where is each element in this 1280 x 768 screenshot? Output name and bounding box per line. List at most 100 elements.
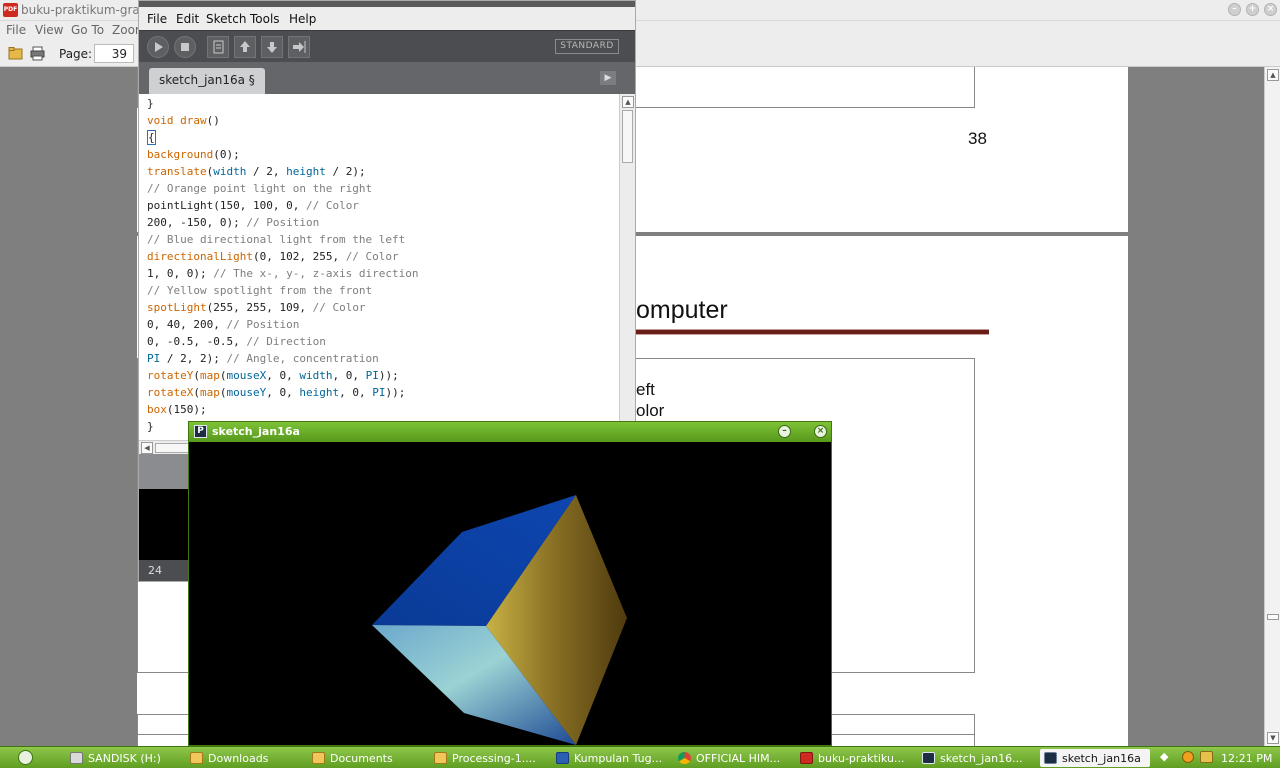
code-line: } bbox=[147, 95, 419, 112]
taskbar-item-sandisk[interactable]: SANDISK (H:) bbox=[70, 749, 185, 767]
code-token: )); bbox=[385, 386, 406, 399]
start-menu-icon[interactable] bbox=[18, 750, 33, 765]
ide-menu-help[interactable]: Help bbox=[289, 12, 316, 26]
minimize-icon[interactable]: – bbox=[778, 425, 791, 438]
taskbar-item-label: SANDISK (H:) bbox=[88, 751, 161, 765]
code-line: pointLight(150, 100, 0, // Color bbox=[147, 197, 419, 214]
taskbar-item-label: Kumpulan Tug... bbox=[574, 751, 663, 765]
mode-selector[interactable]: STANDARD bbox=[555, 39, 619, 54]
code-token: // Yellow spotlight from the front bbox=[147, 284, 373, 297]
code-token: , 0, bbox=[266, 369, 300, 382]
scroll-thumb[interactable] bbox=[1267, 614, 1279, 620]
code-line: 200, -150, 0); // Position bbox=[147, 214, 419, 231]
taskbar-item-kumpulan[interactable]: Kumpulan Tug... bbox=[556, 749, 668, 767]
code-token: / 2); bbox=[325, 165, 366, 178]
open-sketch-button[interactable] bbox=[234, 36, 256, 58]
code-token: // The x-, y-, z-axis direction bbox=[213, 267, 419, 280]
pdf-window-title: buku-praktikum-graf bbox=[21, 3, 144, 17]
sketch-window-title: sketch_jan16a bbox=[212, 425, 300, 438]
print-icon[interactable] bbox=[30, 46, 45, 61]
new-sketch-button[interactable] bbox=[207, 36, 229, 58]
code-token: map bbox=[199, 369, 220, 382]
download-arrow-icon bbox=[267, 42, 277, 53]
stop-icon bbox=[181, 43, 189, 51]
taskbar-item-processing-folder[interactable]: Processing-1.... bbox=[434, 749, 546, 767]
code-token: box bbox=[147, 403, 167, 416]
export-button[interactable] bbox=[288, 36, 310, 58]
close-icon[interactable]: × bbox=[1264, 3, 1277, 16]
code-token: 200, -150, 0); bbox=[147, 216, 247, 229]
code-line: spotLight(255, 255, 109, // Color bbox=[147, 299, 419, 316]
ide-menu-edit[interactable]: Edit bbox=[176, 12, 199, 26]
run-button[interactable] bbox=[147, 36, 169, 58]
code-token: draw bbox=[180, 114, 207, 127]
taskbar-item-pdf[interactable]: buku-praktiku... bbox=[800, 749, 912, 767]
play-icon bbox=[155, 42, 163, 52]
code-token: // Orange point light on the right bbox=[147, 182, 373, 195]
processing-icon: P bbox=[194, 425, 207, 438]
save-sketch-button[interactable] bbox=[261, 36, 283, 58]
maximize-icon[interactable]: + bbox=[1246, 3, 1259, 16]
taskbar-item-downloads[interactable]: Downloads bbox=[190, 749, 302, 767]
taskbar-item-label: sketch_jan16... bbox=[940, 751, 1023, 765]
ide-menu-tools[interactable]: Tools bbox=[250, 12, 280, 26]
minimize-icon[interactable]: – bbox=[1228, 3, 1241, 16]
code-line: // Orange point light on the right bbox=[147, 180, 419, 197]
code-token: ( bbox=[193, 369, 200, 382]
sketch-canvas[interactable] bbox=[191, 443, 829, 745]
scroll-thumb[interactable] bbox=[622, 110, 633, 163]
ide-menu-file[interactable]: File bbox=[147, 12, 167, 26]
code-line: // Blue directional light from the left bbox=[147, 231, 419, 248]
code-line: background(0); bbox=[147, 146, 419, 163]
code-line: box(150); bbox=[147, 401, 419, 418]
close-icon[interactable]: × bbox=[814, 425, 827, 438]
scroll-up-icon[interactable]: ▲ bbox=[622, 96, 634, 108]
editor-vertical-scrollbar[interactable]: ▲ bbox=[619, 94, 635, 424]
pdf-heading-rule bbox=[636, 329, 989, 335]
code-token: // Direction bbox=[246, 335, 326, 348]
open-folder-icon[interactable] bbox=[8, 46, 23, 61]
taskbar-item-label: sketch_jan16a bbox=[1062, 751, 1141, 765]
tray-app-icon[interactable] bbox=[1182, 751, 1194, 763]
code-line: rotateX(map(mouseY, 0, height, 0, PI)); bbox=[147, 384, 419, 401]
taskbar-item-sketch-window[interactable]: sketch_jan16a bbox=[1040, 749, 1150, 767]
code-token: PI bbox=[365, 369, 379, 382]
stop-button[interactable] bbox=[174, 36, 196, 58]
code-token: width bbox=[213, 165, 247, 178]
code-line: directionalLight(0, 102, 255, // Color bbox=[147, 248, 419, 265]
scroll-up-icon[interactable]: ▲ bbox=[1267, 69, 1279, 81]
network-icon[interactable] bbox=[1200, 751, 1213, 763]
taskbar-item-chrome[interactable]: OFFICIAL HIM... bbox=[678, 749, 790, 767]
tab-menu-arrow-icon[interactable]: ▶ bbox=[600, 71, 616, 85]
code-line: PI / 2, 2); // Angle, concentration bbox=[147, 350, 419, 367]
line-number: 24 bbox=[148, 564, 162, 577]
code-token: // Color bbox=[345, 250, 399, 263]
sketch-titlebar[interactable]: P sketch_jan16a – × bbox=[189, 422, 831, 442]
code-line: 0, 40, 200, // Position bbox=[147, 316, 419, 333]
pdf-menu-view[interactable]: View bbox=[35, 23, 63, 37]
code-line: { bbox=[147, 129, 419, 146]
clock[interactable]: 12:21 PM bbox=[1221, 752, 1272, 765]
code-token: (0); bbox=[213, 148, 240, 161]
code-editor[interactable]: } void draw(){background(0); translate(wid… bbox=[139, 94, 619, 440]
ide-menu-sketch[interactable]: Sketch bbox=[206, 12, 246, 26]
tray-expand-icon[interactable]: ◆ bbox=[1160, 750, 1168, 763]
code-token: (150); bbox=[166, 403, 207, 416]
export-icon bbox=[293, 41, 306, 53]
taskbar-item-sketch-ide[interactable]: sketch_jan16... bbox=[922, 749, 1034, 767]
code-line: void draw() bbox=[147, 112, 419, 129]
scroll-left-icon[interactable]: ◀ bbox=[141, 442, 153, 454]
tab-sketch[interactable]: sketch_jan16a § bbox=[149, 68, 265, 94]
pdf-app-icon: PDF bbox=[3, 3, 18, 17]
scroll-down-icon[interactable]: ▼ bbox=[1267, 732, 1279, 744]
processing-icon bbox=[1044, 752, 1057, 764]
pdf-vertical-scrollbar[interactable]: ▲ ▼ bbox=[1264, 67, 1280, 746]
pdf-menu-go-to[interactable]: Go To bbox=[71, 23, 104, 37]
page-number-input[interactable] bbox=[94, 44, 134, 63]
pdf-menu-file[interactable]: File bbox=[6, 23, 26, 37]
taskbar-item-label: Documents bbox=[330, 751, 393, 765]
code-token: , 0, bbox=[266, 386, 300, 399]
taskbar-item-documents[interactable]: Documents bbox=[312, 749, 424, 767]
code-line: rotateY(map(mouseX, 0, width, 0, PI)); bbox=[147, 367, 419, 384]
code-token: // Blue directional light from the left bbox=[147, 233, 406, 246]
